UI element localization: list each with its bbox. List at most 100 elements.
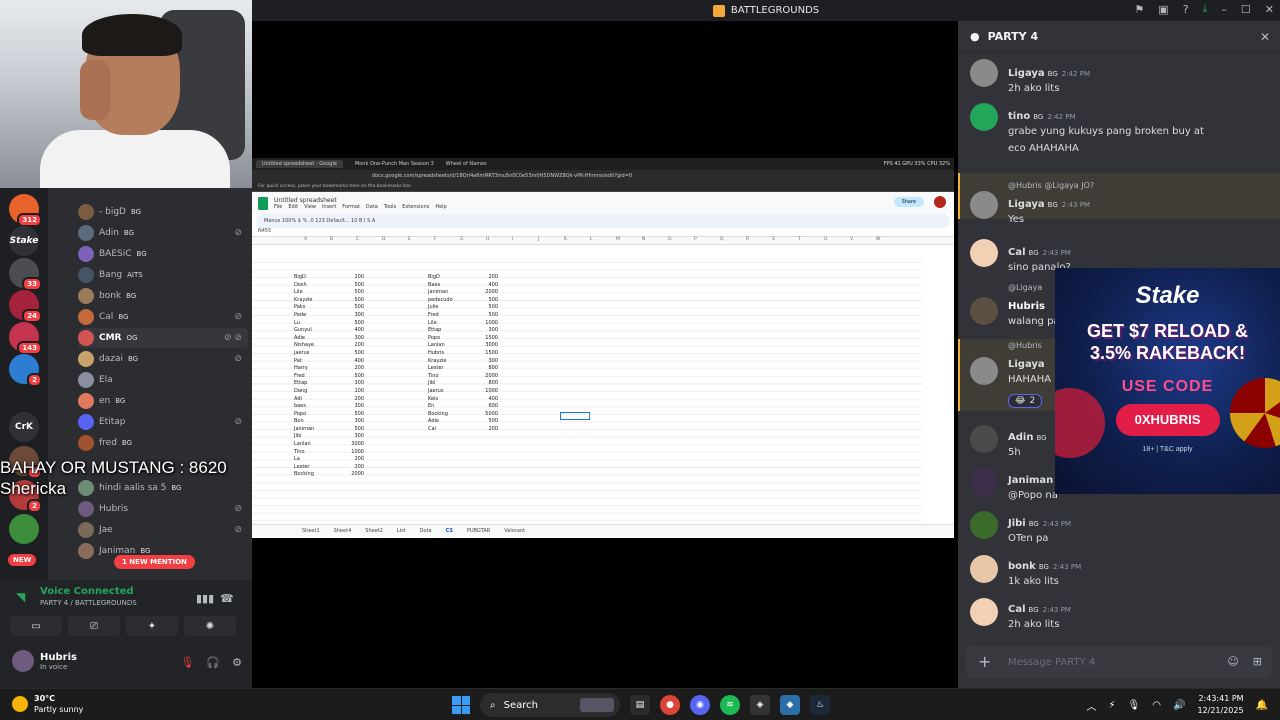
- voice-member[interactable]: BAESiC BG: [78, 244, 248, 264]
- cell-name[interactable]: Lester: [428, 365, 468, 373]
- menu-item[interactable]: Format: [342, 204, 360, 210]
- address-bar[interactable]: docs.google.com/spreadsheets/d/1BQrl4a6m…: [252, 170, 954, 182]
- cell-value[interactable]: 600: [468, 403, 498, 411]
- sheets-toolbar[interactable]: Menus 100% $ % .0 123 Default... 10 B I …: [256, 214, 950, 228]
- cell-name[interactable]: En: [428, 403, 468, 411]
- voice-member[interactable]: Bang AITS: [78, 265, 248, 285]
- table-row[interactable]: baes 300: [294, 403, 364, 411]
- sheet-tab[interactable]: Sheet4: [334, 528, 352, 534]
- voice-channel[interactable]: PARTY 4 / BATTLEGROUNDS: [40, 599, 137, 607]
- message-author[interactable]: Jibi: [1008, 518, 1026, 529]
- cell-value[interactable]: 200: [334, 464, 364, 472]
- cell-value[interactable]: 5000: [468, 411, 498, 419]
- sheet-tab[interactable]: CS: [446, 528, 453, 534]
- column-header[interactable]: F: [434, 237, 437, 242]
- server-icon[interactable]: 143: [9, 322, 42, 355]
- avatar[interactable]: [970, 239, 998, 267]
- cell-name[interactable]: Jibi: [294, 433, 334, 441]
- cell-name[interactable]: Bocking: [428, 411, 468, 419]
- cell-name[interactable]: Lanlan: [428, 342, 468, 350]
- cell-value[interactable]: 400: [468, 396, 498, 404]
- column-header[interactable]: S: [772, 237, 775, 242]
- cell-value[interactable]: 1000: [334, 449, 364, 457]
- steam-icon[interactable]: ♨: [810, 695, 830, 715]
- download-icon[interactable]: ⤓: [1203, 2, 1208, 16]
- table-row[interactable]: Paks 500: [294, 304, 364, 312]
- column-header[interactable]: O: [668, 237, 672, 242]
- menu-item[interactable]: Tools: [384, 204, 396, 210]
- table-row[interactable]: Lanlan 3000: [428, 342, 498, 350]
- voice-member[interactable]: fred BG: [78, 433, 248, 453]
- voice-status[interactable]: Voice Connected: [40, 586, 134, 597]
- table-row[interactable]: Popo 1500: [428, 335, 498, 343]
- cell-value[interactable]: 300: [334, 403, 364, 411]
- cell-name[interactable]: Popo: [294, 411, 334, 419]
- column-header[interactable]: L: [590, 237, 593, 242]
- user-panel[interactable]: Hubris In voice: [12, 650, 77, 672]
- table-row[interactable]: Janiman 2000: [428, 289, 498, 297]
- cell-value[interactable]: 200: [468, 274, 498, 282]
- profile-avatar[interactable]: [934, 196, 946, 208]
- cell-value[interactable]: 300: [468, 327, 498, 335]
- avatar[interactable]: [970, 103, 998, 131]
- browser-tab[interactable]: Monk One-Punch Man Season 3: [355, 161, 434, 167]
- cell-name[interactable]: Baes: [428, 282, 468, 290]
- cell-value[interactable]: 2000: [334, 471, 364, 479]
- avatar[interactable]: [970, 598, 998, 626]
- table-row[interactable]: Lile 1000: [428, 320, 498, 328]
- cell-value[interactable]: 300: [334, 418, 364, 426]
- menu-item[interactable]: Data: [366, 204, 378, 210]
- server-stake[interactable]: Stake: [9, 226, 39, 256]
- table-row[interactable]: Krayzie 500: [294, 297, 364, 305]
- selected-cell[interactable]: [560, 412, 590, 420]
- app-icon[interactable]: ◈: [750, 695, 770, 715]
- formula-bar[interactable]: N455: [252, 228, 954, 237]
- cell-value[interactable]: 400: [468, 282, 498, 290]
- menu-item[interactable]: Extensions: [402, 204, 429, 210]
- table-row[interactable]: Tino 2000: [428, 373, 498, 381]
- message-author[interactable]: Hubris: [1008, 301, 1045, 312]
- cell-value[interactable]: 100: [334, 388, 364, 396]
- mic-icon[interactable]: 🎙: [1128, 700, 1141, 711]
- cell-name[interactable]: Lester: [294, 464, 334, 472]
- table-row[interactable]: Lu 500: [294, 320, 364, 328]
- table-row[interactable]: Hubris 1500: [428, 350, 498, 358]
- menu-item[interactable]: Insert: [322, 204, 336, 210]
- flag-icon[interactable]: ⚑: [1134, 3, 1144, 16]
- weather-widget[interactable]: 30°C Partly sunny: [12, 693, 83, 715]
- cell-name[interactable]: Ettap: [428, 327, 468, 335]
- table-row[interactable]: Pat 400: [294, 358, 364, 366]
- cell-value[interactable]: 500: [468, 304, 498, 312]
- cell-name[interactable]: pedecudo: [428, 297, 468, 305]
- notification-icon[interactable]: 🔔: [1256, 700, 1268, 711]
- cell-value[interactable]: 800: [468, 365, 498, 373]
- share-button[interactable]: Share: [893, 197, 924, 207]
- cell-value[interactable]: 2000: [468, 289, 498, 297]
- table-row[interactable]: Julie 500: [428, 304, 498, 312]
- chat-message[interactable]: Ligaya BG 2:42 PM 2h ako lits: [1008, 61, 1268, 97]
- cell-name[interactable]: Paks: [294, 304, 334, 312]
- table-row[interactable]: Jibi 300: [294, 433, 364, 441]
- help-icon[interactable]: ?: [1183, 3, 1189, 16]
- table-row[interactable]: pedecudo 500: [428, 297, 498, 305]
- cell-value[interactable]: 200: [468, 426, 498, 434]
- cell-name[interactable]: Fred: [428, 312, 468, 320]
- column-header[interactable]: Q: [720, 237, 724, 242]
- table-row[interactable]: Jaerus 1000: [428, 388, 498, 396]
- table-row[interactable]: BigD 200: [294, 274, 364, 282]
- cell-name[interactable]: Pat: [294, 358, 334, 366]
- voice-member[interactable]: CMR OG ⊘ ⊘: [78, 328, 248, 348]
- message-author[interactable]: Janiman: [1008, 475, 1053, 486]
- message-author[interactable]: Cal: [1008, 247, 1026, 258]
- voice-member[interactable]: Adin BG ⊘: [78, 223, 248, 243]
- close-window-button[interactable]: ✕: [1265, 3, 1274, 16]
- cell-name[interactable]: Kels: [428, 396, 468, 404]
- column-header[interactable]: P: [694, 237, 697, 242]
- cell-value[interactable]: 1500: [468, 335, 498, 343]
- cell-value[interactable]: 500: [334, 373, 364, 381]
- cell-value[interactable]: 300: [334, 380, 364, 388]
- column-header[interactable]: N: [642, 237, 645, 242]
- cell-name[interactable]: Julie: [428, 304, 468, 312]
- menu-item[interactable]: File: [274, 204, 282, 210]
- avatar[interactable]: [970, 511, 998, 539]
